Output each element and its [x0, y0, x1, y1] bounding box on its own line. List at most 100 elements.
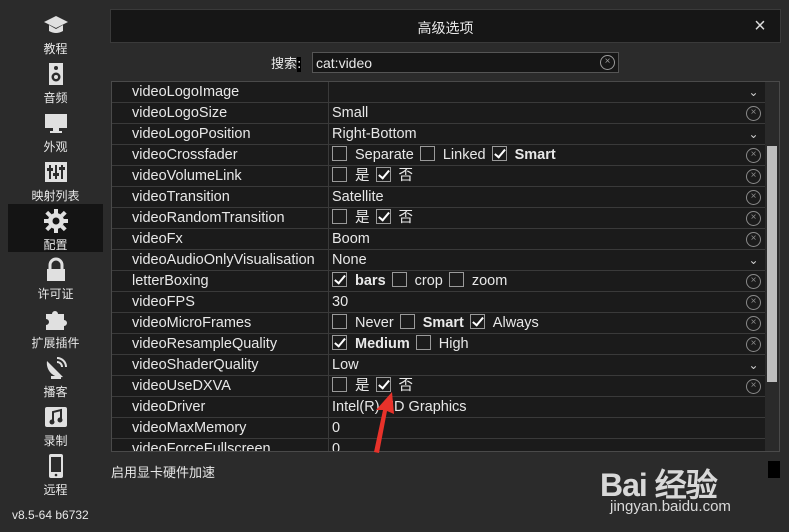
option-name: videoRandomTransition [112, 208, 329, 229]
sidebar-item-appearance[interactable]: 外观 [8, 106, 103, 154]
option-checkbox[interactable]: Separate [332, 145, 414, 166]
option-value[interactable]: Right-Bottom [332, 124, 742, 145]
option-value[interactable]: Satellite [332, 187, 742, 208]
option-checkbox[interactable]: Smart [399, 313, 464, 334]
checkbox-label: 是 [355, 168, 370, 184]
checkbox-unchecked-icon[interactable] [332, 314, 347, 329]
option-row[interactable]: videoShaderQuality Low ⌄ [112, 355, 765, 376]
chevron-down-icon[interactable]: ⌄ [746, 127, 761, 142]
option-checkbox[interactable]: Never [332, 313, 394, 334]
reset-icon[interactable]: × [746, 148, 761, 163]
checkbox-unchecked-icon[interactable] [332, 146, 347, 161]
option-row[interactable]: videoFx Boom × [112, 229, 765, 250]
checkbox-unchecked-icon[interactable] [448, 272, 464, 287]
sidebar-item-tutorial[interactable]: 教程 [8, 8, 103, 56]
sidebar-item-plugins[interactable]: 扩展插件 [8, 302, 103, 350]
option-value[interactable]: None [332, 250, 742, 271]
option-checkbox[interactable]: crop [391, 271, 443, 292]
checkbox-unchecked-icon[interactable] [332, 377, 347, 392]
scrollbar-thumb[interactable] [767, 146, 777, 382]
option-value[interactable]: 是否 [332, 208, 742, 229]
sidebar-item-mapping[interactable]: 映射列表 [8, 155, 103, 203]
option-value[interactable]: 30 [332, 292, 742, 313]
option-checkbox[interactable]: Linked [419, 145, 486, 166]
option-checkbox[interactable]: 是 [332, 166, 370, 187]
checkbox-checked-icon[interactable] [332, 335, 347, 350]
checkbox-label: 否 [398, 168, 414, 184]
option-value[interactable]: Small [332, 103, 742, 124]
checkbox-checked-icon[interactable] [375, 167, 391, 182]
option-checkbox[interactable]: Medium [332, 334, 410, 355]
checkbox-unchecked-icon[interactable] [415, 335, 431, 350]
option-row[interactable]: letterBoxing bars crop zoom × [112, 271, 765, 292]
sidebar-item-record[interactable]: 录制 [8, 400, 103, 448]
reset-icon[interactable]: × [746, 106, 761, 121]
sidebar-item-broadcast[interactable]: 播客 [8, 351, 103, 399]
search-clear-button[interactable]: × [600, 55, 615, 70]
option-row[interactable]: videoUseDXVA 是 否 × [112, 376, 765, 397]
checkbox-checked-icon[interactable] [375, 377, 391, 392]
checkbox-checked-icon[interactable] [375, 209, 391, 224]
option-row[interactable]: videoLogoPosition Right-Bottom ⌄ [112, 124, 765, 145]
reset-icon[interactable]: × [746, 169, 761, 184]
option-value[interactable]: bars crop zoom [332, 271, 742, 292]
option-row[interactable]: videoRandomTransition 是否 × [112, 208, 765, 229]
chevron-down-icon[interactable]: ⌄ [746, 85, 761, 100]
checkbox-unchecked-icon[interactable] [391, 272, 407, 287]
option-value[interactable] [332, 82, 742, 103]
option-row[interactable]: videoTransition Satellite × [112, 187, 765, 208]
option-checkbox[interactable]: 是 [332, 208, 370, 229]
option-row[interactable]: videoFPS 30 × [112, 292, 765, 313]
chevron-down-icon[interactable]: ⌄ [746, 253, 761, 268]
option-checkbox[interactable]: Smart [491, 145, 556, 166]
option-row[interactable]: videoAudioOnlyVisualisation None ⌄ [112, 250, 765, 271]
option-row[interactable]: videoForceFullscreen 0 [112, 439, 765, 451]
option-row[interactable]: videoLogoSize Small × [112, 103, 765, 124]
option-value[interactable]: Separate Linked Smart [332, 145, 742, 166]
option-value[interactable]: Low [332, 355, 742, 376]
option-row[interactable]: videoCrossfader Separate Linked Smart × [112, 145, 765, 166]
option-row[interactable]: videoLogoImage ⌄ [112, 82, 765, 103]
sidebar-item-remote[interactable]: 远程 [8, 449, 103, 497]
option-checkbox[interactable]: Always [469, 313, 539, 334]
option-checkbox[interactable]: 是 [332, 376, 370, 397]
reset-icon[interactable]: × [746, 232, 761, 247]
reset-icon[interactable]: × [746, 295, 761, 310]
sidebar-item-audio[interactable]: 音频 [8, 57, 103, 105]
option-row[interactable]: videoDriver Intel(R) HD Graphics [112, 397, 765, 418]
checkbox-checked-icon[interactable] [469, 314, 485, 329]
option-value[interactable]: 是否 [332, 166, 742, 187]
option-value[interactable]: Medium High [332, 334, 742, 355]
option-value[interactable]: Never Smart Always [332, 313, 742, 334]
reset-icon[interactable]: × [746, 316, 761, 331]
sidebar-item-config[interactable]: 配置 [8, 204, 103, 252]
search-label-text: 搜索 [271, 57, 298, 72]
option-row[interactable]: videoMicroFrames Never Smart Always × [112, 313, 765, 334]
option-checkbox[interactable]: High [415, 334, 469, 355]
reset-icon[interactable]: × [746, 211, 761, 226]
option-checkbox[interactable]: bars [332, 271, 386, 292]
checkbox-unchecked-icon[interactable] [399, 314, 415, 329]
option-row[interactable]: videoVolumeLink 是否 × [112, 166, 765, 187]
scrollbar[interactable] [765, 82, 779, 451]
chevron-down-icon[interactable]: ⌄ [746, 358, 761, 373]
reset-icon[interactable]: × [746, 379, 761, 394]
option-row[interactable]: videoMaxMemory 0 [112, 418, 765, 439]
checkbox-checked-icon[interactable] [332, 272, 347, 287]
checkbox-unchecked-icon[interactable] [332, 209, 347, 224]
option-row[interactable]: videoResampleQuality Medium High × [112, 334, 765, 355]
option-value[interactable]: Boom [332, 229, 742, 250]
reset-icon[interactable]: × [746, 274, 761, 289]
checkbox-unchecked-icon[interactable] [332, 167, 347, 182]
option-checkbox[interactable]: 否 [375, 208, 413, 229]
option-checkbox[interactable]: 否 [375, 166, 414, 187]
option-name: videoMaxMemory [112, 418, 329, 439]
close-button[interactable]: × [748, 14, 772, 38]
option-checkbox[interactable]: zoom [448, 271, 507, 292]
reset-icon[interactable]: × [746, 190, 761, 205]
reset-icon[interactable]: × [746, 337, 761, 352]
sidebar-item-license[interactable]: 许可证 [8, 253, 103, 301]
checkbox-checked-icon[interactable] [491, 146, 507, 161]
checkbox-unchecked-icon[interactable] [419, 146, 435, 161]
search-input[interactable] [316, 54, 596, 71]
